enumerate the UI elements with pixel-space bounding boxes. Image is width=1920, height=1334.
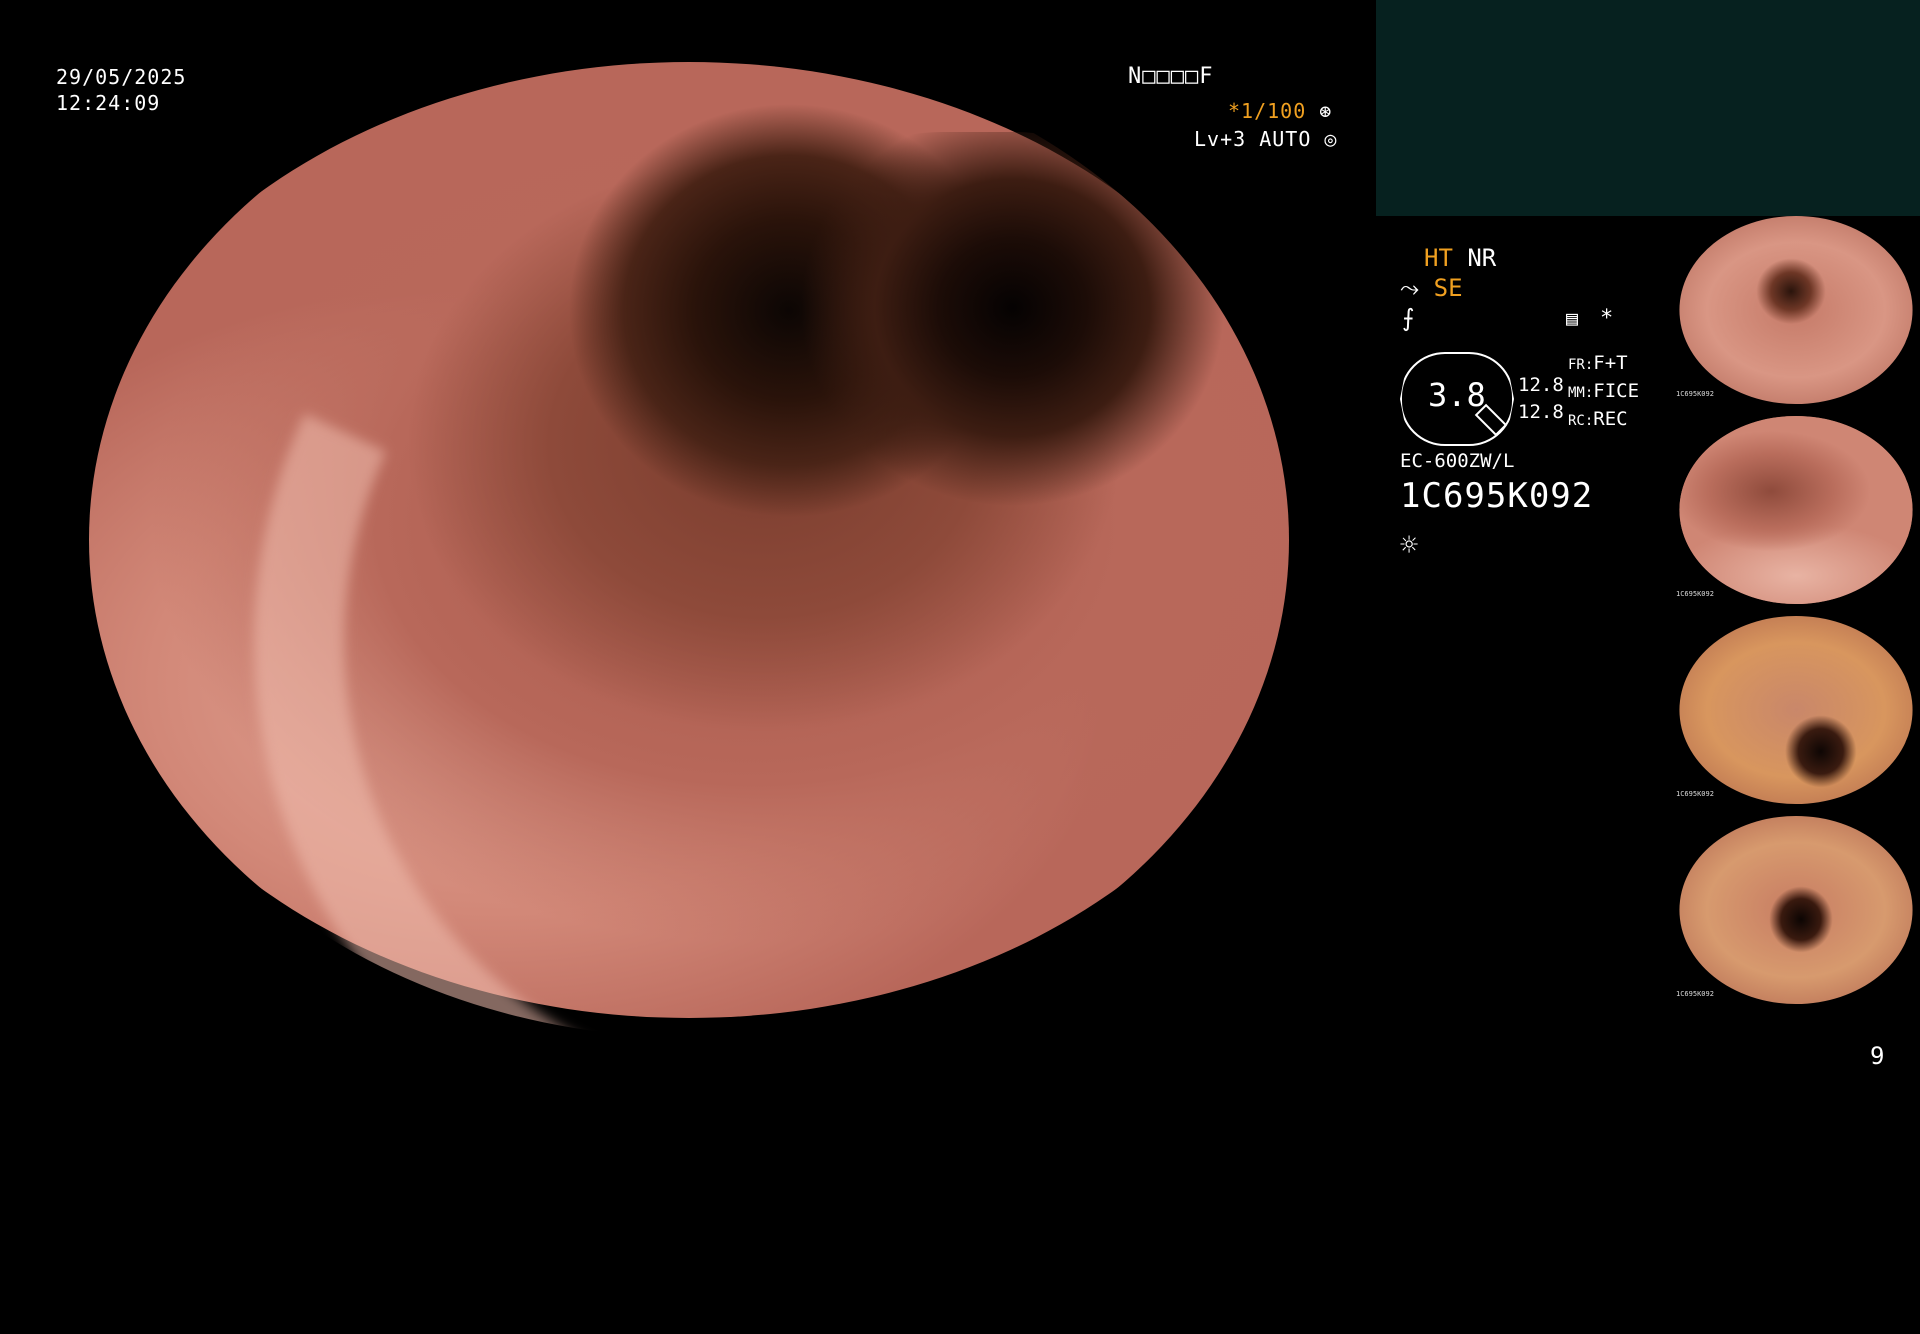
thumbnail-image (1679, 816, 1913, 1004)
thumbnail-4[interactable]: 1C695K092 (1672, 816, 1920, 1004)
serial-number: 1C695K092 (1400, 476, 1594, 516)
time-text: 12:24:09 (56, 91, 161, 115)
thumbnail-image (1679, 216, 1913, 404)
record-icon: ▤ (1566, 306, 1579, 330)
gauge-value: 3.8 (1428, 376, 1486, 414)
fr-label: FR: (1568, 357, 1594, 373)
thumbnail-label: 1C695K092 (1676, 790, 1714, 798)
level-text: Lv+3 AUTO (1194, 127, 1312, 151)
colon-lumen (754, 132, 1224, 572)
datetime-overlay: 29/05/2025 12:24:09 (56, 64, 186, 116)
thumbnail-label: 1C695K092 (1676, 990, 1714, 998)
thumbnail-image (1679, 416, 1913, 604)
page-number: 9 (1870, 1042, 1885, 1070)
light-icon: ☼ (1400, 528, 1419, 563)
fr-left-value: 12.8 (1518, 374, 1564, 396)
mm-left-value: 12.8 (1518, 401, 1564, 423)
mm-label: MM: (1568, 385, 1594, 401)
mm-value: FICE (1593, 380, 1640, 402)
scope-model: EC-600ZW/L (1400, 450, 1515, 472)
fr-value: F+T (1593, 352, 1628, 374)
thumbnail-3[interactable]: 1C695K092 (1672, 616, 1920, 804)
ht-nr-row: HT NR (1424, 244, 1496, 272)
se-label: SE (1433, 274, 1463, 302)
thumbnail-2[interactable]: 1C695K092 (1672, 416, 1920, 604)
se-row: ⤳ SE (1400, 274, 1463, 302)
thumbnail-1[interactable]: 1C695K092 (1672, 216, 1920, 404)
nr-label: NR (1467, 244, 1497, 272)
thumbnail-image (1679, 616, 1913, 804)
mode-code: N□□□□F (1128, 64, 1214, 89)
rc-value: REC (1593, 408, 1628, 430)
level-overlay: Lv+3 AUTO ◎ (1194, 126, 1337, 152)
shutter-overlay: *1/100 ⊛ (1228, 98, 1332, 124)
thumbnail-label: 1C695K092 (1676, 590, 1714, 598)
shutter-text: *1/100 (1228, 99, 1307, 123)
gauge-values: 12.8 12.8 (1518, 372, 1564, 426)
aperture-icon: ⊛ (1319, 99, 1333, 123)
auto-iris-icon: ◎ (1324, 127, 1338, 151)
rc-label: RC: (1568, 413, 1594, 429)
flash-icon: ⨍ (1402, 304, 1415, 332)
thumbnail-label: 1C695K092 (1676, 390, 1714, 398)
structure-icon: ⤳ (1400, 274, 1420, 302)
ht-label: HT (1424, 244, 1453, 272)
fr-mm-rc-labels: FR:F+T MM:FICE RC:REC (1568, 350, 1639, 434)
date-text: 29/05/2025 (56, 65, 187, 89)
info-top-panel (1376, 0, 1920, 216)
asterisk-icon: * (1600, 306, 1614, 331)
endoscope-view (89, 42, 1289, 1038)
